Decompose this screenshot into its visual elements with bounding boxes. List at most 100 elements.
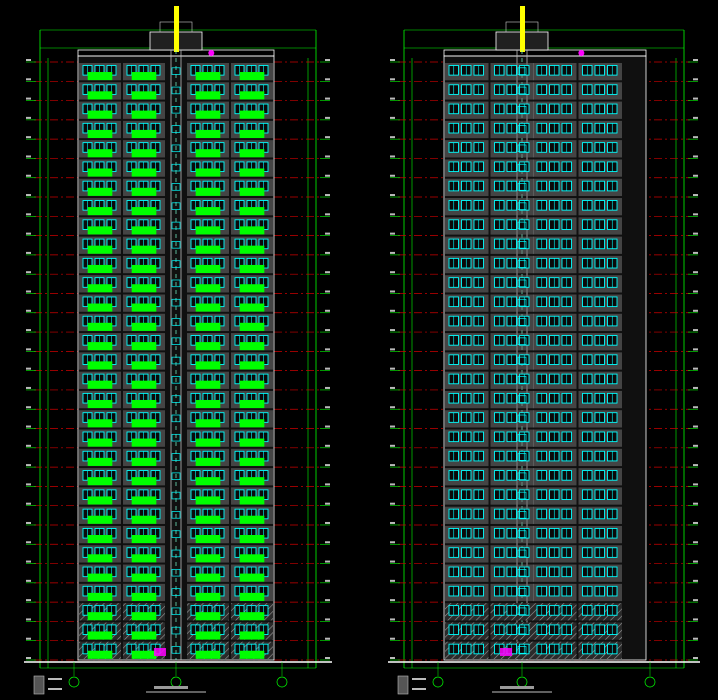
balcony-rail [239, 91, 265, 100]
balcony-rail [195, 515, 221, 524]
balcony-rail [87, 245, 113, 254]
level-label-mark-right [325, 348, 330, 351]
level-label-mark-right [325, 560, 330, 563]
balcony-rail [87, 457, 113, 466]
balcony-rail [239, 110, 265, 119]
balcony-rail [239, 303, 265, 312]
level-label-mark-left [26, 483, 31, 486]
balcony-rail [87, 612, 113, 621]
level-label-mark-right [693, 657, 698, 659]
balcony-rail [195, 303, 221, 312]
level-label-mark-left [26, 174, 31, 177]
balcony-rail [87, 72, 113, 81]
level-label-mark-right [325, 251, 330, 254]
balcony-rail [87, 342, 113, 351]
level-label-mark-left [390, 386, 395, 389]
level-label-mark-right [325, 116, 330, 119]
balcony-rail [131, 592, 157, 601]
level-label-mark-right [325, 406, 330, 409]
balcony-rail [239, 245, 265, 254]
level-label-mark-right [693, 618, 698, 621]
balcony-rail [239, 477, 265, 486]
balcony-rail [131, 361, 157, 370]
level-label-mark-right [693, 174, 698, 177]
level-label-mark-left [26, 618, 31, 621]
balcony-rail [131, 303, 157, 312]
level-label-mark-right [325, 502, 330, 505]
balcony-rail [195, 592, 221, 601]
balcony-rail [195, 245, 221, 254]
balcony-rail [239, 149, 265, 158]
level-label-mark-left [390, 406, 395, 409]
level-label-mark-right [693, 579, 698, 582]
balcony-rail [131, 149, 157, 158]
balcony-rail [195, 438, 221, 447]
level-label-mark-right [325, 174, 330, 177]
balcony-rail [195, 554, 221, 563]
balcony-rail [195, 399, 221, 409]
level-label-mark-right [693, 406, 698, 409]
balcony-rail [239, 342, 265, 351]
level-label-mark-right [325, 599, 330, 602]
level-label-mark-left [390, 194, 395, 197]
level-label-mark-right [325, 78, 330, 81]
balcony-rail [87, 187, 113, 196]
balcony-rail [195, 573, 221, 582]
level-label-mark-left [390, 637, 395, 640]
balcony-rail [87, 399, 113, 409]
level-label-mark-left [26, 599, 31, 602]
level-label-mark-left [26, 348, 31, 351]
balcony-rail [131, 612, 157, 621]
level-label-mark-left [390, 599, 395, 602]
balcony-rail [131, 72, 157, 81]
balcony-rail [87, 496, 113, 505]
balcony-rail [195, 284, 221, 293]
level-label-mark-right [325, 213, 330, 216]
balcony-rail [87, 534, 113, 544]
balcony-rail [195, 612, 221, 621]
balcony-rail [239, 534, 265, 544]
balcony-rail [239, 650, 265, 659]
level-label-mark-left [390, 425, 395, 428]
level-label-mark-left [390, 309, 395, 312]
balcony-rail [239, 438, 265, 447]
balcony-rail [239, 399, 265, 409]
level-label-mark-left [390, 155, 395, 158]
balcony-rail [131, 110, 157, 119]
level-label-mark-left [390, 136, 395, 139]
title-text-mark [154, 686, 188, 689]
level-label-mark-left [26, 637, 31, 640]
cad-drawing-canvas [0, 0, 718, 700]
balcony-rail [131, 129, 157, 139]
level-label-mark-left [26, 329, 31, 332]
balcony-rail [195, 650, 221, 659]
level-label-mark-right [325, 136, 330, 139]
level-label-mark-left [26, 309, 31, 312]
balcony-rail [195, 149, 221, 158]
level-label-mark-left [390, 464, 395, 467]
balcony-rail [131, 477, 157, 486]
balcony-rail [87, 110, 113, 119]
level-label-mark-left [390, 290, 395, 293]
level-label-mark-right [693, 464, 698, 467]
balcony-rail [195, 534, 221, 544]
level-label-mark-right [693, 425, 698, 428]
balcony-rail [87, 149, 113, 158]
balcony-rail [87, 380, 113, 389]
level-label-mark-right [693, 251, 698, 254]
level-label-mark-left [390, 502, 395, 505]
level-label-mark-right [693, 502, 698, 505]
level-label-mark-right [693, 560, 698, 563]
balcony-rail [87, 361, 113, 370]
level-label-mark-left [390, 657, 395, 659]
level-label-mark-left [26, 97, 31, 100]
level-label-mark-right [325, 657, 330, 659]
balcony-rail [195, 72, 221, 81]
level-label-mark-left [390, 618, 395, 621]
level-label-mark-right [693, 78, 698, 81]
balcony-rail [87, 573, 113, 582]
balcony-rail [131, 264, 157, 274]
balcony-rail [239, 554, 265, 563]
balcony-rail [87, 207, 113, 216]
level-label-mark-left [26, 155, 31, 158]
